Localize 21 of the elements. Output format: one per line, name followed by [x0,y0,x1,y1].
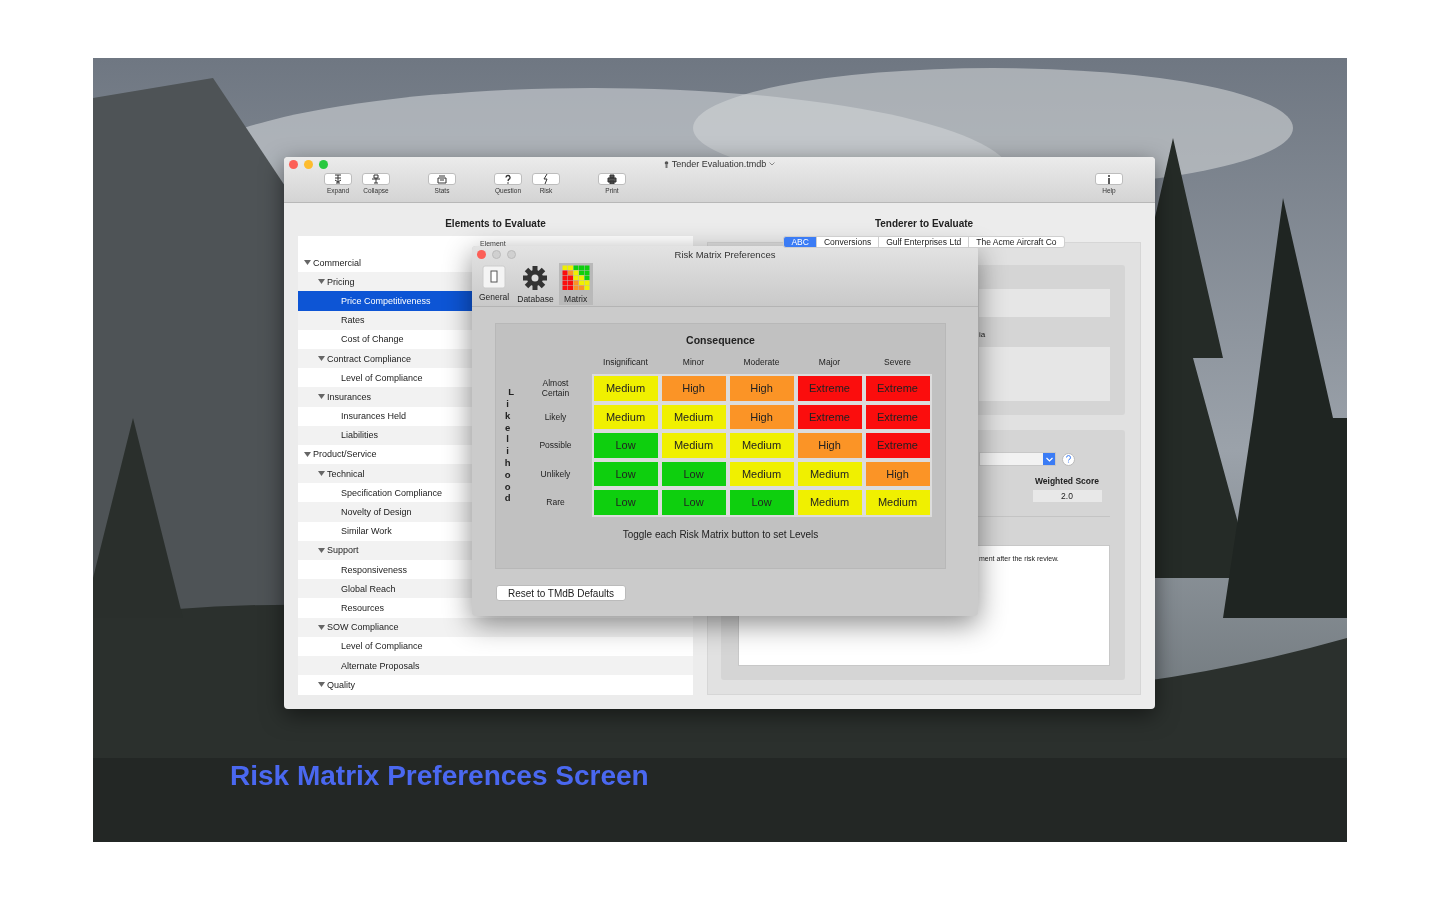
section-title: Tenderer to Evaluate [874,218,974,231]
window-title: Tender Evaluation.tmdb [671,159,767,169]
caption: Risk Matrix Preferences Screen [230,760,649,792]
column-header: Insignificant [602,357,649,367]
row-header: Unlikely [539,468,572,479]
column-header: Minor [681,357,706,367]
column-header: Major [817,357,842,367]
field-label: ia [979,330,987,339]
section-title: Elements to Evaluate [445,218,546,231]
axis-title: Consequence [686,334,755,346]
axis-title: Likelihood [504,386,518,505]
score-field: 2.0 [1032,490,1102,502]
dialog-title: Risk Matrix Preferences [674,249,776,260]
hint-text: Toggle each Risk Matrix button to set Levels [622,528,819,540]
column-header: Severe [883,357,912,367]
row-header: Almost Certain [540,378,571,399]
row-header: Rare [545,497,566,508]
row-header: Possible [538,440,573,451]
row-header: Likely [543,411,568,422]
column-header: Moderate [742,357,781,367]
field-label: Weighted Score [1034,476,1100,486]
